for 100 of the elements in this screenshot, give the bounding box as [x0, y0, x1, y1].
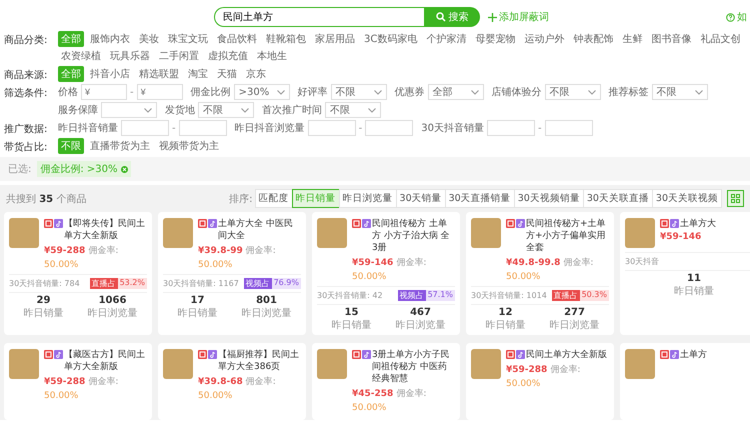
- dropdown[interactable]: 全部: [428, 84, 484, 100]
- product-card[interactable]: 【即将失传】民间土单方大全新版 ¥59-288 佣金率: 50.00% 30天抖音销量: 784 直播占 53.2% 29 昨日销量 1066 昨日浏览量: [4, 212, 152, 335]
- sort-tab[interactable]: 30天视频销量: [514, 189, 584, 208]
- field-label: 佣金比例: [190, 86, 231, 99]
- chevron-down-icon: [368, 108, 376, 112]
- field-label: 推荐标签: [608, 86, 649, 99]
- stat-value: 15: [344, 307, 358, 318]
- product-image-placeholder: [317, 349, 347, 379]
- source-option[interactable]: 天猫: [214, 66, 240, 82]
- min-field[interactable]: [308, 120, 356, 136]
- price: ¥59-146: [660, 232, 702, 242]
- stat-label: 昨日浏览量: [88, 306, 138, 320]
- dropdown[interactable]: 不限: [544, 84, 601, 100]
- category-option[interactable]: 母婴宠物: [472, 31, 518, 47]
- min-field[interactable]: [121, 120, 169, 136]
- dropdown[interactable]: >30%: [234, 84, 290, 100]
- category-option[interactable]: 家居用品: [312, 31, 358, 47]
- share-percent: 53.2%: [118, 278, 147, 289]
- product-card[interactable]: 民间土单方大全新版 ¥59-288 佣金率: 50.00%: [466, 343, 614, 420]
- price: ¥49.8-99.8: [506, 258, 560, 268]
- category-option[interactable]: 个护家清: [423, 31, 470, 47]
- result-count: 共搜到 35 个商品: [6, 192, 86, 206]
- source-option[interactable]: 淘宝: [185, 66, 211, 82]
- product-card[interactable]: 民间祖传秘方+土单方+小方子偏单实用全套 ¥49.8-99.8 佣金率: 50.00% 30天抖音销量: 1014 直播占 50.3% 12 昨日销量 277 昨日浏览量: [466, 212, 614, 335]
- commission-rate: 50.00%: [198, 391, 232, 401]
- field-label: 优惠券: [394, 86, 425, 99]
- category-option[interactable]: 农资绿植: [58, 48, 104, 64]
- product-card[interactable]: 土单方大 ¥59-146 30天抖音 11 昨日销量: [620, 212, 750, 335]
- product-title: 土单方大全 中医民间大全: [218, 218, 294, 242]
- commission-label: 佣金率:: [563, 256, 594, 269]
- chevron-down-icon: [470, 90, 479, 94]
- product-card[interactable]: 土单方大全 中医民间大全 ¥39.8-99 佣金率: 50.00% 30天抖音销量: 1167 视频占 76.9% 17 昨日销量 801 昨日浏览量: [158, 212, 306, 335]
- source-option[interactable]: 京东: [243, 66, 269, 82]
- monthly-sales: 30天抖音销量: 42: [317, 290, 383, 301]
- search-field[interactable]: 民间土单方: [214, 7, 424, 27]
- commission-rate: 50.00%: [506, 379, 540, 389]
- category-option[interactable]: 食品饮料: [214, 31, 260, 47]
- sort-tab[interactable]: 30天直播销量: [444, 189, 515, 208]
- category-option[interactable]: 美妆: [136, 31, 162, 47]
- commission-label: 佣金率:: [396, 256, 426, 269]
- category-option[interactable]: 本地生: [254, 48, 290, 64]
- sort-tab[interactable]: 30天关联视频: [652, 189, 722, 208]
- commission-label: 佣金率:: [246, 376, 276, 388]
- category-option[interactable]: 服饰内衣: [87, 31, 133, 47]
- max-field[interactable]: [365, 120, 414, 136]
- music-badge-icon: [54, 350, 63, 359]
- price: ¥39.8-68: [198, 377, 243, 387]
- field-label: 首次推广时间: [262, 104, 322, 117]
- monthly-sales: 30天抖音: [625, 256, 660, 267]
- chevron-down-icon: [694, 90, 703, 94]
- dropdown[interactable]: [101, 102, 157, 118]
- product-image-placeholder: [163, 218, 193, 248]
- source-option[interactable]: 精选联盟: [136, 66, 182, 82]
- dropdown[interactable]: 不限: [330, 84, 387, 100]
- product-card[interactable]: 土单方: [620, 343, 750, 420]
- sort-tab[interactable]: 昨日浏览量: [338, 189, 397, 208]
- product-card[interactable]: 【福厨推荐】民间土單方大全386页 ¥39.8-68 佣金率: 50.00%: [158, 343, 306, 420]
- category-option[interactable]: 钟表配饰: [570, 31, 616, 47]
- dropdown[interactable]: 不限: [325, 102, 381, 118]
- commission-label: 佣金率:: [88, 376, 118, 388]
- product-card[interactable]: 3册土单方小方子民间祖传秘方 中医药经典智慧 ¥45-258 佣金率: 50.00%: [312, 343, 460, 420]
- category-option[interactable]: 鞋靴箱包: [263, 31, 309, 47]
- category-option[interactable]: 虚拟充值: [205, 48, 251, 64]
- price: ¥59-146: [352, 258, 394, 268]
- category-option[interactable]: 3C数码家电: [361, 31, 420, 47]
- category-option[interactable]: 珠宝文玩: [165, 31, 211, 47]
- product-card[interactable]: 民间祖传秘方 土单方 小方子治大病 全3册 ¥59-146 佣金率: 50.00% 30天抖音销量: 42 视频占 57.1% 15 昨日销量 467 昨日浏览量: [312, 212, 460, 335]
- category-option[interactable]: 运动户外: [521, 31, 568, 47]
- music-badge-icon: [670, 219, 679, 228]
- field-label: 昨日抖音销量: [58, 122, 118, 135]
- chevron-down-icon: [241, 108, 249, 112]
- share-option[interactable]: 直播带货为主: [87, 138, 153, 154]
- grid-view-button[interactable]: [727, 190, 744, 207]
- range-separator: -: [358, 122, 362, 134]
- min-field[interactable]: [486, 120, 535, 136]
- source-option[interactable]: 抖音小店: [87, 66, 133, 82]
- sort-tab[interactable]: 匹配度: [254, 189, 293, 208]
- category-option[interactable]: 二手闲置: [156, 48, 202, 64]
- category-option[interactable]: 礼品文创: [697, 31, 744, 47]
- max-field[interactable]: [178, 120, 227, 136]
- product-title: 民间祖传秘方 土单方 小方子治大病 全3册: [372, 218, 451, 254]
- max-field[interactable]: [544, 120, 593, 136]
- min-price-field[interactable]: ¥: [81, 84, 127, 100]
- commission-label: 佣金率:: [246, 244, 276, 257]
- dropdown[interactable]: 不限: [652, 84, 708, 100]
- share-option[interactable]: 视频带货为主: [156, 138, 222, 154]
- dropdown[interactable]: 不限: [198, 102, 254, 118]
- close-icon: [120, 166, 128, 172]
- category-option[interactable]: 图书音像: [648, 31, 694, 47]
- music-badge-icon: [516, 219, 525, 228]
- product-card[interactable]: 【藏医古方】民间土单方大全新版 ¥59-288 佣金率: 50.00%: [4, 343, 152, 420]
- product-image-placeholder: [9, 218, 39, 248]
- max-price-field[interactable]: ¥: [136, 84, 183, 100]
- sort-tab[interactable]: 30天关联直播: [582, 189, 653, 208]
- music-badge-icon: [208, 350, 217, 359]
- category-option[interactable]: 生鲜: [619, 31, 646, 47]
- product-title: 土单方大: [680, 218, 716, 230]
- sort-tab[interactable]: 30天销量: [396, 189, 446, 208]
- product-image-placeholder: [163, 349, 193, 379]
- category-option[interactable]: 玩具乐器: [107, 48, 153, 64]
